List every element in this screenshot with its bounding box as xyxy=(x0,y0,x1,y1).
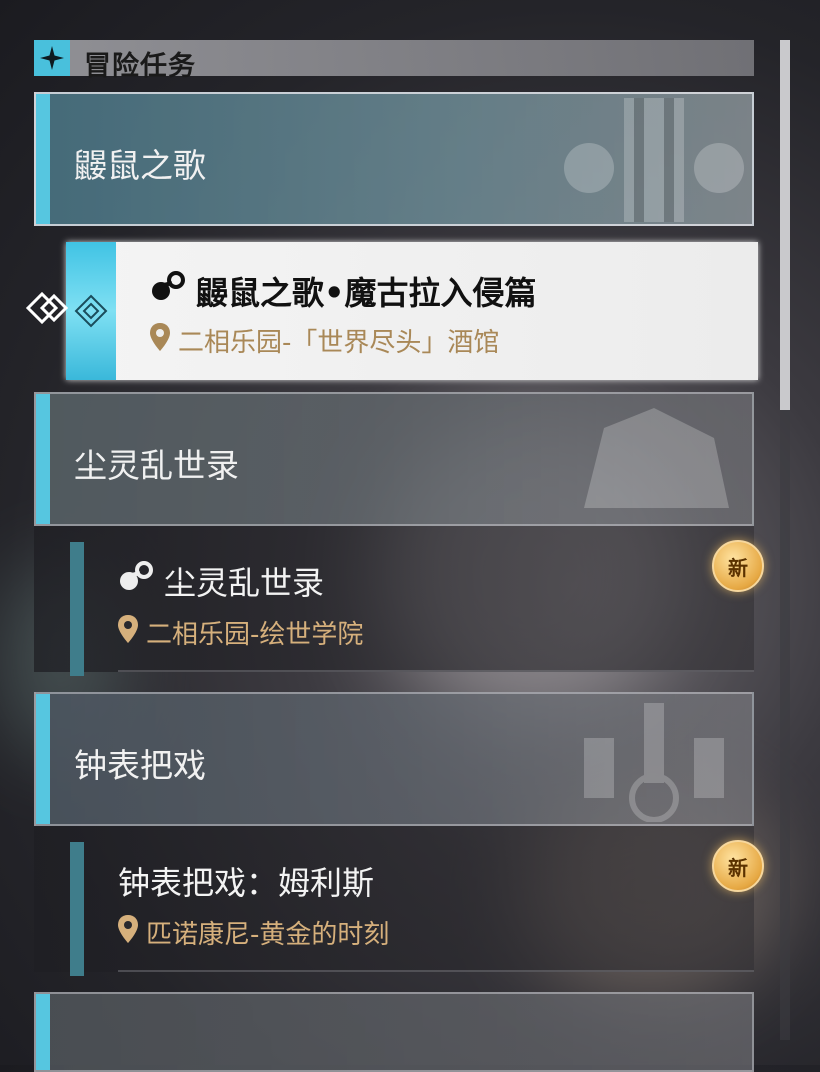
scrollbar[interactable] xyxy=(780,40,790,1040)
divider xyxy=(118,970,754,972)
quest-type-icon xyxy=(118,561,156,601)
category-title: 钟表把戏 xyxy=(74,746,206,785)
category-accent xyxy=(36,994,50,1070)
quest-name-text: 钟表把戏：姆利斯 xyxy=(118,864,375,902)
diamond-icon xyxy=(74,294,108,328)
sparkle-icon xyxy=(34,40,70,76)
quest-location: 二相乐园-绘世学院 xyxy=(118,614,363,651)
quest-name: 尘灵乱世录 xyxy=(118,558,324,604)
section-header: 冒险任务 xyxy=(34,40,754,82)
selection-arrow-icon xyxy=(25,290,69,330)
quest-location-text: 二相乐园-绘世学院 xyxy=(146,620,364,650)
quest-accent-bar xyxy=(70,542,84,676)
quest-list-panel: 冒险任务 鼹鼠之歌 鼹鼠之歌•魔古拉入侵篇 二相乐园-「世界尽头」酒馆 尘灵乱世… xyxy=(34,36,758,1072)
quest-type-icon xyxy=(150,271,188,311)
location-pin-icon xyxy=(150,323,170,358)
emblem-icon xyxy=(564,98,744,222)
location-pin-icon xyxy=(118,615,138,650)
category-accent xyxy=(36,394,50,524)
category-header-partial[interactable] xyxy=(34,992,754,1072)
quest-item-selected[interactable]: 鼹鼠之歌•魔古拉入侵篇 二相乐园-「世界尽头」酒馆 xyxy=(66,242,758,380)
quest-name: 鼹鼠之歌•魔古拉入侵篇 xyxy=(150,268,536,314)
quest-location: 匹诺康尼-黄金的时刻 xyxy=(118,914,389,951)
category-title: 鼹鼠之歌 xyxy=(74,146,206,185)
quest-name-text: 鼹鼠之歌•魔古拉入侵篇 xyxy=(196,274,537,312)
category-accent xyxy=(36,94,50,224)
quest-location: 二相乐园-「世界尽头」酒馆 xyxy=(150,322,499,359)
quest-item[interactable]: 钟表把戏：姆利斯 匹诺康尼-黄金的时刻 xyxy=(34,826,754,976)
quest-location-text: 匹诺康尼-黄金的时刻 xyxy=(146,920,390,950)
category-header-clock-trick[interactable]: 钟表把戏 xyxy=(34,692,754,826)
new-badge: 新 xyxy=(712,540,764,592)
quest-name: 钟表把戏：姆利斯 xyxy=(118,858,374,904)
quest-accent-bar xyxy=(70,842,84,976)
quest-location-text: 二相乐园-「世界尽头」酒馆 xyxy=(178,328,500,358)
scrollbar-thumb[interactable] xyxy=(780,40,790,410)
new-badge: 新 xyxy=(712,840,764,892)
selected-tile xyxy=(66,242,116,380)
location-pin-icon xyxy=(118,915,138,950)
quest-name-text: 尘灵乱世录 xyxy=(164,564,325,602)
emblem-icon xyxy=(584,408,729,508)
category-title: 尘灵乱世录 xyxy=(74,446,239,485)
divider xyxy=(118,670,754,672)
category-header-dust-spirit[interactable]: 尘灵乱世录 xyxy=(34,392,754,526)
emblem-icon xyxy=(584,703,724,822)
category-header-mole-song[interactable]: 鼹鼠之歌 xyxy=(34,92,754,226)
section-title: 冒险任务 xyxy=(84,51,196,82)
category-accent xyxy=(36,694,50,824)
quest-item[interactable]: 尘灵乱世录 二相乐园-绘世学院 xyxy=(34,526,754,676)
